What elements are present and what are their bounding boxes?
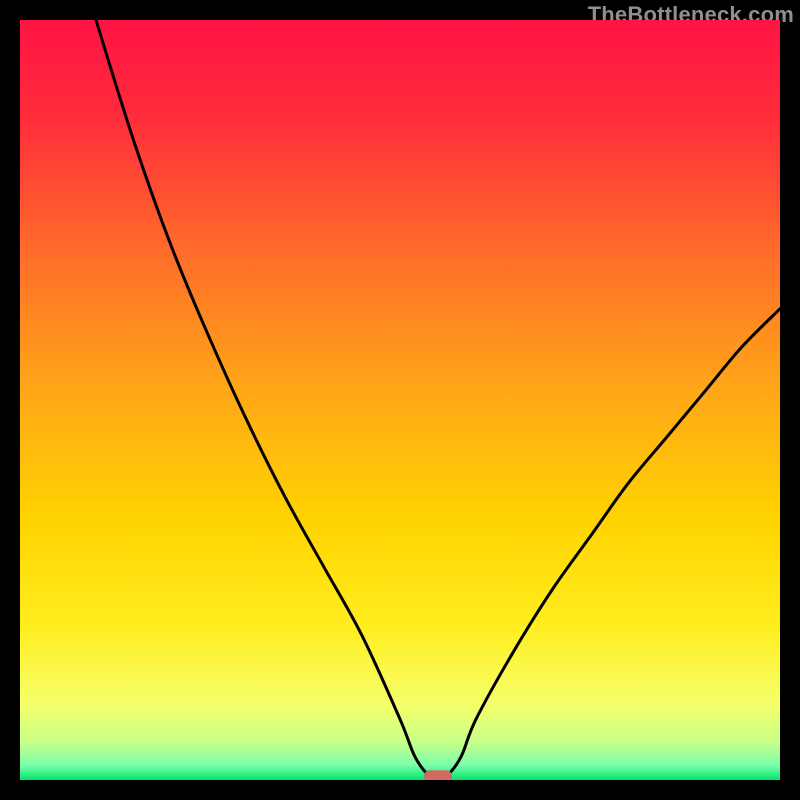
optimal-point-marker [424,770,452,780]
plot-area [20,20,780,780]
chart-frame: TheBottleneck.com [0,0,800,800]
gradient-background [20,20,780,780]
bottleneck-chart [20,20,780,780]
